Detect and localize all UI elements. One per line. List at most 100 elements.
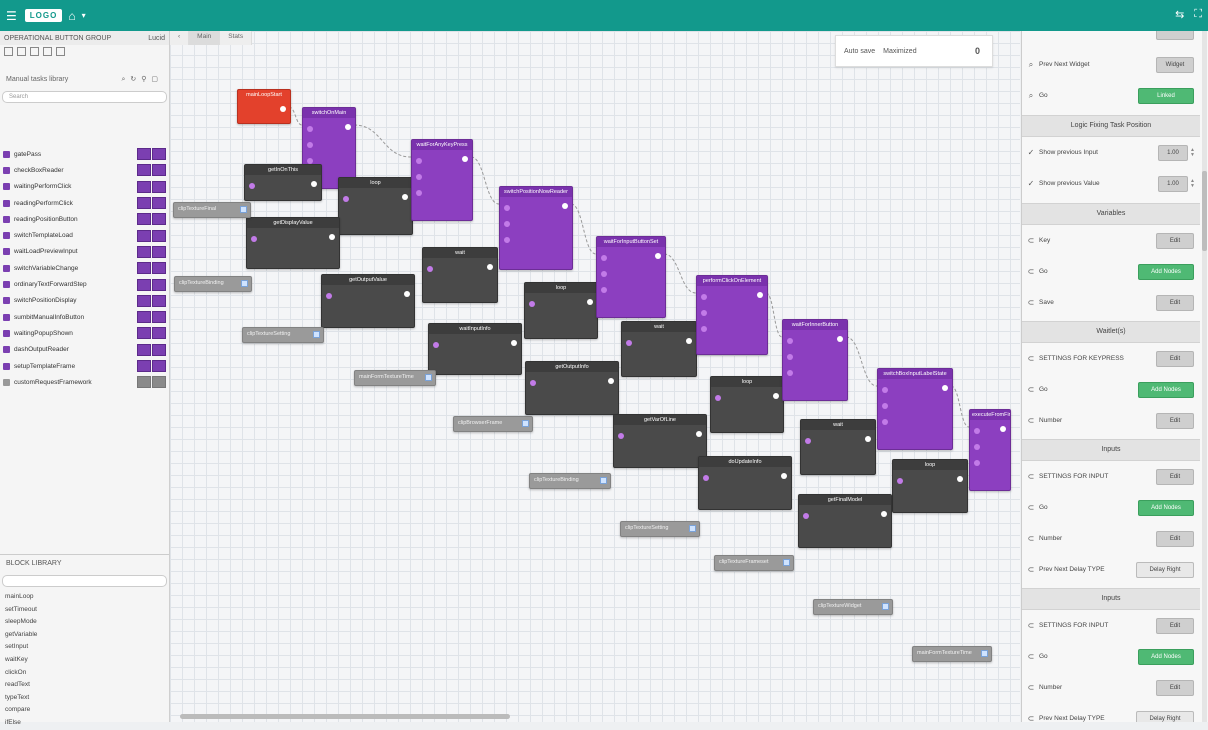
input-port[interactable]	[974, 460, 980, 466]
variable-pin-icon[interactable]	[981, 650, 988, 657]
edit-task-button[interactable]	[137, 213, 151, 226]
number-input[interactable]: 1.00	[1158, 144, 1188, 161]
block-search-input[interactable]	[2, 575, 167, 587]
input-port[interactable]	[805, 438, 811, 444]
variable-pin-icon[interactable]	[882, 603, 889, 610]
property-button[interactable]: Linked	[1138, 87, 1194, 104]
input-port[interactable]	[618, 433, 624, 439]
properties-scrollbar-track[interactable]	[1202, 31, 1207, 722]
variable-pin-icon[interactable]	[240, 206, 247, 213]
input-port[interactable]	[626, 340, 632, 346]
output-port[interactable]	[487, 264, 493, 270]
block-library-item[interactable]: sleepMode	[0, 616, 169, 629]
block-library-item[interactable]: compare	[0, 704, 169, 717]
edit-task-button[interactable]	[137, 311, 151, 324]
flow-node-dark[interactable]: wait	[422, 247, 498, 303]
tab-main[interactable]: Main	[189, 31, 221, 45]
input-port[interactable]	[433, 342, 439, 348]
property-button[interactable]	[1156, 31, 1194, 40]
run-task-button[interactable]	[152, 245, 166, 258]
input-port[interactable]	[882, 387, 888, 393]
block-library-item[interactable]: setTimeout	[0, 604, 169, 617]
flow-node-dark[interactable]: loop	[710, 376, 784, 433]
flow-node-purple[interactable]: switchPositionNowReader	[499, 186, 573, 270]
section-tools[interactable]: ⌕↻⚲▢	[121, 75, 163, 84]
output-port[interactable]	[608, 378, 614, 384]
output-port[interactable]	[345, 124, 351, 130]
task-search-input[interactable]: Search	[2, 91, 167, 103]
output-port[interactable]	[696, 431, 702, 437]
task-list-item[interactable]: waitingPerformClick	[0, 179, 169, 195]
variable-pin-icon[interactable]	[313, 331, 320, 338]
input-port[interactable]	[307, 142, 313, 148]
property-button[interactable]: Widget	[1156, 56, 1194, 73]
run-task-button[interactable]	[152, 278, 166, 291]
input-port[interactable]	[416, 158, 422, 164]
folder-icon[interactable]	[17, 46, 26, 56]
task-list-item[interactable]: readingPerformClick	[0, 195, 169, 211]
flow-node-dark[interactable]: wait	[621, 321, 697, 377]
edit-task-button[interactable]	[137, 262, 151, 275]
block-library-item[interactable]: waitKey	[0, 654, 169, 667]
input-port[interactable]	[530, 380, 536, 386]
output-port[interactable]	[511, 340, 517, 346]
task-list-item[interactable]: switchPositionDisplay	[0, 293, 169, 309]
input-port[interactable]	[974, 428, 980, 434]
variable-pin-icon[interactable]	[522, 420, 529, 427]
paste-icon[interactable]	[43, 46, 52, 56]
edit-task-button[interactable]	[137, 360, 151, 372]
output-port[interactable]	[865, 436, 871, 442]
property-button[interactable]: Delay Right	[1136, 561, 1194, 578]
input-port[interactable]	[416, 174, 422, 180]
property-button[interactable]: Edit	[1156, 294, 1194, 311]
left-panel-mode[interactable]: Lucid	[148, 35, 165, 42]
input-port[interactable]	[701, 310, 707, 316]
task-list-item[interactable]: customRequestFramework	[0, 374, 169, 390]
tab-back[interactable]: ‹	[170, 31, 190, 45]
flow-node-dark[interactable]: waitInputInfo	[428, 323, 522, 375]
autosave-label[interactable]: Auto save	[844, 48, 875, 55]
property-button[interactable]: Edit	[1156, 468, 1194, 485]
number-input[interactable]: 1.00	[1158, 175, 1188, 192]
flow-node-dark[interactable]: getOutputValue	[321, 274, 415, 328]
property-button[interactable]: Edit	[1156, 617, 1194, 634]
horizontal-scrollbar[interactable]	[180, 714, 510, 719]
edit-task-button[interactable]	[137, 229, 151, 242]
output-port[interactable]	[402, 194, 408, 200]
input-port[interactable]	[251, 236, 257, 242]
run-task-button[interactable]	[152, 262, 166, 275]
task-list-item[interactable]: setupTemplateFrame	[0, 358, 169, 374]
input-port[interactable]	[601, 287, 607, 293]
input-port[interactable]	[416, 190, 422, 196]
edit-task-button[interactable]	[137, 294, 151, 307]
edit-task-button[interactable]	[137, 180, 151, 193]
flow-node-dark[interactable]: loop	[524, 282, 598, 339]
flow-node-purple[interactable]: performClickOnElement	[696, 275, 768, 355]
task-list-item[interactable]: gatePass	[0, 146, 169, 162]
property-button[interactable]: Add Nodes	[1138, 499, 1194, 516]
task-list-item[interactable]: switchVariableChange	[0, 260, 169, 276]
block-library-item[interactable]: clickOn	[0, 667, 169, 680]
variable-node[interactable]: clipTextureBinding	[174, 276, 252, 292]
input-port[interactable]	[803, 513, 809, 519]
flow-node-dark[interactable]: getFinalModel	[798, 494, 892, 548]
variable-node[interactable]: mainFormTextureTime	[354, 370, 436, 386]
run-task-button[interactable]	[152, 197, 166, 210]
input-port[interactable]	[601, 271, 607, 277]
input-port[interactable]	[326, 293, 332, 299]
property-button[interactable]: Edit	[1156, 350, 1194, 367]
output-port[interactable]	[562, 203, 568, 209]
output-port[interactable]	[655, 253, 661, 259]
flow-node-dark[interactable]: getVarOfLine	[613, 414, 707, 468]
input-port[interactable]	[601, 255, 607, 261]
flow-node-dark[interactable]: loop	[338, 177, 413, 235]
block-library-item[interactable]: getVariable	[0, 629, 169, 642]
output-port[interactable]	[587, 299, 593, 305]
flow-node-dark[interactable]: getOutputInfo	[525, 361, 619, 415]
variable-pin-icon[interactable]	[600, 477, 607, 484]
input-port[interactable]	[715, 395, 721, 401]
input-port[interactable]	[249, 183, 255, 189]
properties-scrollbar-thumb[interactable]	[1202, 171, 1207, 251]
block-library-item[interactable]: typeText	[0, 692, 169, 705]
output-port[interactable]	[781, 473, 787, 479]
